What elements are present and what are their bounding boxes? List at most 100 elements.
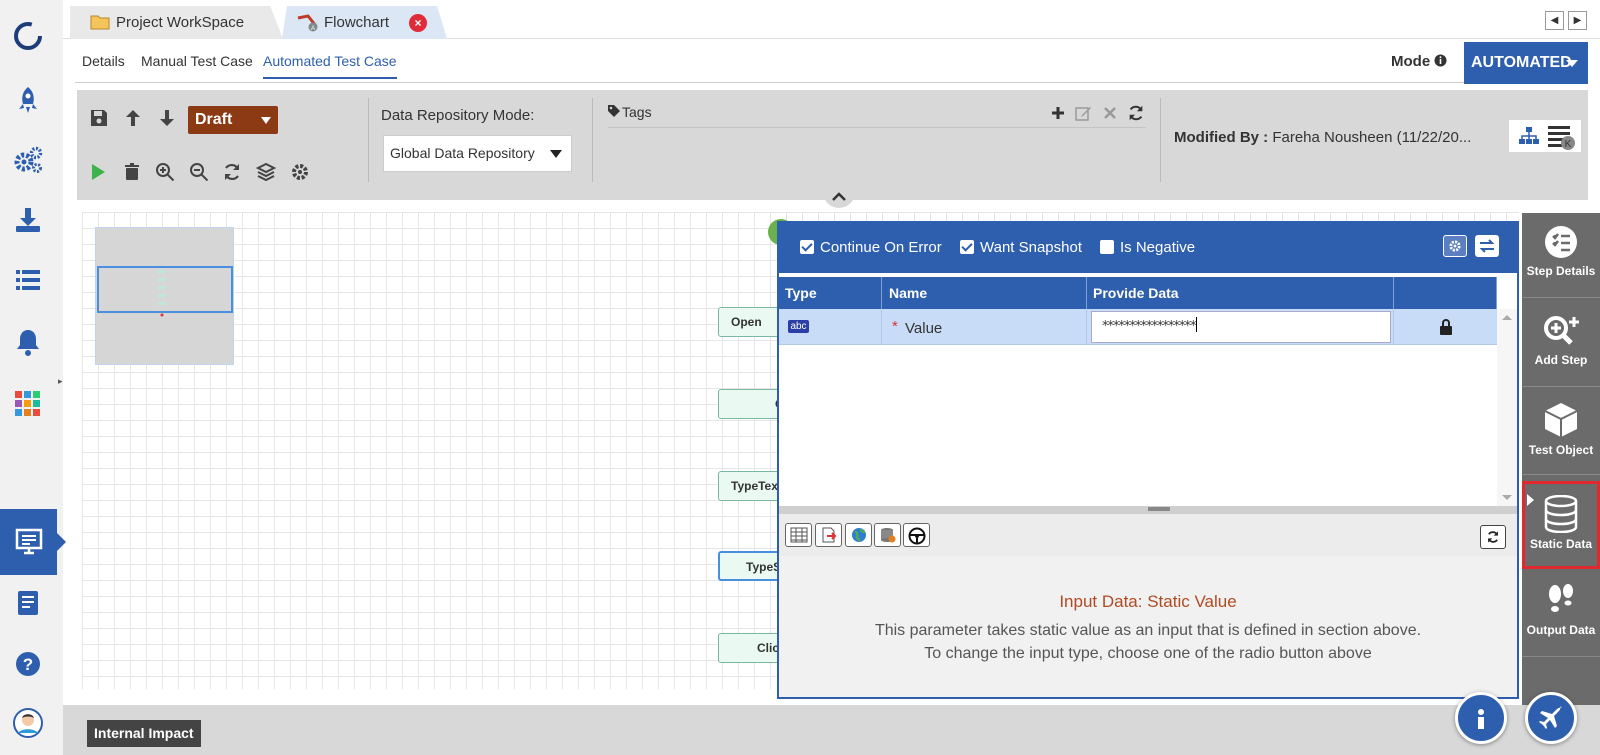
rail-item-testcase-active[interactable] <box>0 509 66 575</box>
zoom-in-icon[interactable] <box>155 162 175 182</box>
want-snapshot-checkbox[interactable]: Want Snapshot <box>960 239 1082 256</box>
output-data-button[interactable]: Output Data <box>1522 572 1600 657</box>
chevron-down-icon <box>1566 60 1578 67</box>
table-icon <box>790 527 807 543</box>
close-icon[interactable]: × <box>409 14 427 32</box>
plus-icon[interactable] <box>1050 105 1066 121</box>
file-export-icon <box>822 527 836 543</box>
rocket-icon[interactable] <box>12 84 44 116</box>
refresh-icon[interactable] <box>1127 104 1145 122</box>
data-table-header: Type Name Provide Data <box>779 277 1497 309</box>
arrow-up-icon[interactable] <box>123 108 143 128</box>
trash-icon[interactable] <box>122 162 142 182</box>
apps-grid-icon[interactable] <box>12 388 44 420</box>
hierarchy-icon[interactable] <box>1518 126 1540 146</box>
checkbox-unchecked[interactable] <box>1100 240 1114 254</box>
refresh-icon <box>1488 531 1498 543</box>
rp-label: Step Details <box>1526 264 1596 278</box>
add-step-button[interactable]: Add Step <box>1522 302 1600 387</box>
status-dropdown[interactable]: Draft <box>188 106 278 134</box>
col-divider <box>1393 277 1394 309</box>
keyword-view-icon[interactable]: K <box>1547 124 1575 150</box>
bell-icon[interactable] <box>12 326 44 358</box>
scroll-down-icon[interactable] <box>1502 495 1512 501</box>
string-type-badge: abc <box>788 320 809 333</box>
splitter-grip[interactable] <box>1148 507 1170 511</box>
play-icon[interactable] <box>88 162 108 182</box>
panel-header: Continue On Error Want Snapshot Is Negat… <box>779 223 1517 273</box>
rp-label: Output Data <box>1526 623 1596 637</box>
input-info-text: To change the input type, choose one of … <box>924 645 1372 662</box>
internal-impact-badge[interactable]: Internal Impact <box>87 720 201 747</box>
airplane-fab-button[interactable] <box>1525 692 1577 744</box>
tab-prev-button[interactable]: ◀ <box>1545 11 1564 30</box>
input-info-title: Input Data: Static Value <box>1059 592 1237 611</box>
refresh-icon[interactable] <box>222 162 242 182</box>
toolbar-divider <box>1160 98 1161 182</box>
app-logo-icon[interactable] <box>12 20 44 52</box>
table-scrollbar[interactable] <box>1497 309 1517 506</box>
remove-icon[interactable] <box>1103 106 1117 120</box>
test-object-button[interactable]: Test Object <box>1522 390 1600 475</box>
airplane-icon <box>1539 706 1562 729</box>
dynamic-input-button[interactable] <box>903 523 930 547</box>
provide-data-input[interactable]: ***************** <box>1091 311 1391 343</box>
is-negative-checkbox[interactable]: Is Negative <box>1100 239 1195 256</box>
cell-divider <box>1393 309 1394 345</box>
step-details-button[interactable]: Step Details <box>1522 213 1600 298</box>
mode-label: Mode <box>1391 53 1447 70</box>
mode-dropdown[interactable]: AUTOMATED <box>1464 42 1588 84</box>
view-switcher: K <box>1509 120 1581 152</box>
repo-mode-select[interactable]: Global Data Repository <box>383 135 572 172</box>
toolbar-divider <box>368 98 369 182</box>
rp-label: Test Object <box>1528 443 1594 457</box>
tab-flowchart[interactable]: A Flowchart × <box>282 6 447 39</box>
layers-icon[interactable] <box>256 162 276 182</box>
tab-next-button[interactable]: ▶ <box>1568 11 1587 30</box>
add-step-icon <box>1544 316 1579 345</box>
help-icon[interactable]: ? <box>12 648 44 680</box>
save-icon[interactable] <box>89 108 109 128</box>
chevron-down-icon <box>261 117 271 124</box>
tab-label: Project WorkSpace <box>116 14 245 31</box>
tags-input-line[interactable] <box>608 127 1146 128</box>
col-type: Type <box>785 285 817 301</box>
settings-gear-icon[interactable] <box>290 162 310 182</box>
database-input-button[interactable] <box>874 523 901 547</box>
arrow-down-icon[interactable] <box>157 108 177 128</box>
flowchart-icon: A <box>297 14 318 32</box>
checkbox-checked[interactable] <box>960 240 974 254</box>
input-refresh-button[interactable] <box>1480 525 1506 549</box>
param-name: Value <box>905 320 943 337</box>
flowchart-minimap[interactable] <box>95 227 234 365</box>
tag-icon <box>608 105 620 117</box>
tags-label: Tags <box>622 104 652 120</box>
edit-icon[interactable] <box>1075 105 1092 122</box>
subtab-automated-test-case[interactable]: Automated Test Case <box>263 53 397 79</box>
file-input-button[interactable] <box>815 523 842 547</box>
user-avatar-icon[interactable] <box>12 707 44 739</box>
col-divider <box>881 277 882 309</box>
tab-project-workspace[interactable]: Project WorkSpace <box>70 6 283 39</box>
minimap-preview <box>158 270 166 317</box>
table-input-button[interactable] <box>785 523 812 547</box>
subtab-details[interactable]: Details <box>82 53 125 69</box>
lock-icon[interactable] <box>1438 318 1454 336</box>
static-data-button[interactable]: Static Data <box>1522 481 1600 569</box>
download-icon[interactable] <box>12 204 44 236</box>
gears-icon[interactable] <box>12 144 44 176</box>
rail-expand-toggle[interactable]: ▸ <box>58 376 63 387</box>
document-icon[interactable] <box>12 587 44 619</box>
global-input-button[interactable] <box>845 523 872 547</box>
zoom-out-icon[interactable] <box>189 162 209 182</box>
checkbox-checked[interactable] <box>800 240 814 254</box>
subtab-manual-test-case[interactable]: Manual Test Case <box>141 53 253 69</box>
modified-by: Modified By : Fareha Nousheen (11/22/20.… <box>1174 129 1472 146</box>
toolbar-collapse-button[interactable] <box>823 188 855 208</box>
continue-on-error-checkbox[interactable]: Continue On Error <box>800 239 942 256</box>
panel-swap-button[interactable] <box>1475 235 1499 257</box>
list-icon[interactable] <box>12 264 44 296</box>
info-fab-button[interactable] <box>1455 692 1507 744</box>
panel-settings-button[interactable] <box>1443 235 1467 257</box>
scroll-up-icon[interactable] <box>1502 314 1512 320</box>
